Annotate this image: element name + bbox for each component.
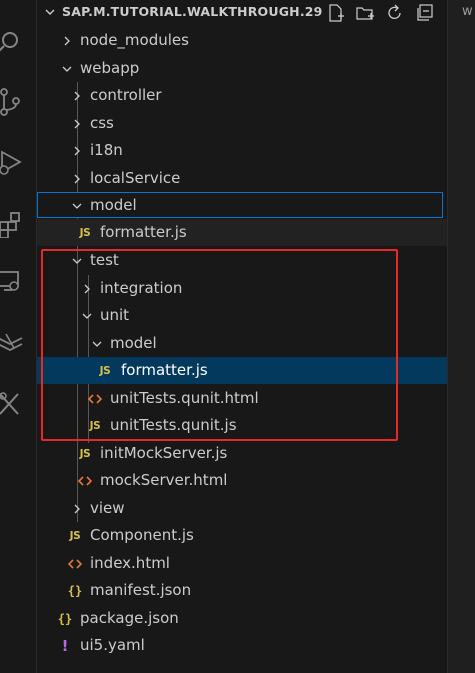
tree-item-ui5-yaml[interactable]: ! ui5.yaml	[37, 632, 448, 659]
extensions-icon[interactable]	[0, 210, 24, 238]
chevron-right-icon	[69, 165, 85, 192]
tree-item-integration[interactable]: integration	[37, 275, 448, 302]
tree-item-label: i18n	[90, 141, 123, 159]
sap-tools-icon[interactable]	[0, 330, 24, 358]
tree-item-label: mockServer.html	[100, 471, 228, 489]
refresh-icon[interactable]	[385, 3, 405, 23]
tree-item-label: unitTests.qunit.html	[110, 389, 259, 407]
tree-item-label: webapp	[80, 59, 140, 77]
json-file-icon: {}	[57, 611, 73, 626]
tree-item-unittests-js[interactable]: JS unitTests.qunit.js	[37, 412, 448, 439]
yaml-file-icon: !	[61, 636, 69, 655]
tree-item-controller[interactable]: controller	[37, 82, 448, 109]
new-folder-icon[interactable]	[355, 3, 375, 23]
tree-item-webapp[interactable]: webapp	[37, 55, 448, 82]
chevron-right-icon	[69, 82, 85, 109]
tree-item-label: unit	[100, 306, 130, 324]
tree-item-unittests-html[interactable]: unitTests.qunit.html	[37, 385, 448, 412]
tree-item-test[interactable]: test	[37, 247, 448, 274]
tree-item-model[interactable]: model	[37, 192, 443, 218]
chevron-right-icon	[79, 275, 95, 302]
js-file-icon: JS	[69, 529, 81, 542]
js-file-icon: JS	[79, 447, 91, 460]
tree-item-manifest[interactable]: {} manifest.json	[37, 577, 448, 604]
collapse-all-icon[interactable]	[415, 3, 435, 23]
tree-item-i18n[interactable]: i18n	[37, 137, 448, 164]
chevron-right-icon	[69, 137, 85, 164]
tree-item-label: localService	[90, 169, 181, 187]
js-file-icon: JS	[79, 226, 91, 239]
tree-item-label: model	[90, 196, 137, 214]
editor-area-edge: w	[447, 0, 475, 673]
tree-item-label: initMockServer.js	[100, 444, 228, 462]
testing-icon[interactable]	[0, 390, 24, 418]
tree-item-label: test	[90, 251, 119, 269]
tree-item-label: ui5.yaml	[80, 636, 145, 654]
tree-item-css[interactable]: css	[37, 110, 448, 137]
workspace-title[interactable]: SAP.M.TUTORIAL.WALKTHROUGH.29	[62, 4, 323, 19]
tree-item-label: unitTests.qunit.js	[110, 416, 237, 434]
chevron-right-icon	[69, 110, 85, 137]
tree-item-label: index.html	[90, 554, 170, 572]
explorer-panel: SAP.M.TUTORIAL.WALKTHROUGH.29 node_modul…	[36, 0, 448, 673]
chevron-right-icon	[59, 27, 75, 54]
js-file-icon: JS	[89, 419, 101, 432]
tree-item-label: node_modules	[80, 31, 189, 49]
tree-item-node-modules[interactable]: node_modules	[37, 27, 448, 54]
tree-item-label: view	[90, 499, 125, 517]
tree-item-localservice[interactable]: localService	[37, 165, 448, 192]
source-control-icon[interactable]	[0, 88, 24, 116]
tree-item-label: model	[110, 334, 157, 352]
chevron-down-icon	[69, 192, 85, 219]
json-file-icon: {}	[67, 583, 83, 598]
new-file-icon[interactable]	[326, 3, 346, 23]
editor-tab-peek: w	[462, 4, 473, 19]
tree-item-label: package.json	[80, 609, 179, 627]
tree-item-label: controller	[90, 86, 162, 104]
js-file-icon: JS	[99, 364, 111, 377]
chevron-down-icon[interactable]	[43, 5, 57, 19]
tree-item-label: formatter.js	[100, 223, 187, 241]
chevron-down-icon	[79, 302, 95, 329]
chevron-down-icon	[59, 55, 75, 82]
chevron-down-icon	[69, 247, 85, 274]
tree-item-label: integration	[100, 279, 183, 297]
tree-item-model-formatter[interactable]: JS formatter.js	[37, 219, 448, 246]
chevron-down-icon	[89, 330, 105, 357]
tree-item-label: Component.js	[90, 526, 194, 544]
tree-item-label: formatter.js	[121, 361, 208, 379]
chevron-right-icon	[69, 495, 85, 522]
html-file-icon	[77, 467, 93, 494]
explorer-header: SAP.M.TUTORIAL.WALKTHROUGH.29	[37, 0, 448, 26]
tree-item-package[interactable]: {} package.json	[37, 605, 448, 632]
tree-item-mockserver[interactable]: mockServer.html	[37, 467, 448, 494]
tree-item-view[interactable]: view	[37, 495, 448, 522]
html-file-icon	[87, 385, 103, 412]
tree-item-index[interactable]: index.html	[37, 550, 448, 577]
activity-bar	[0, 0, 36, 673]
tree-item-component[interactable]: JS Component.js	[37, 522, 448, 549]
tree-item-unit-model-formatter[interactable]: JS formatter.js	[37, 357, 448, 384]
search-icon[interactable]	[0, 28, 24, 56]
tree-item-label: css	[90, 114, 114, 132]
html-file-icon	[67, 550, 83, 577]
remote-explorer-icon[interactable]	[0, 268, 24, 296]
tree-item-label: manifest.json	[90, 581, 192, 599]
tree-item-unit[interactable]: unit	[37, 302, 448, 329]
run-debug-icon[interactable]	[0, 148, 24, 176]
tree-item-unit-model[interactable]: model	[37, 330, 448, 357]
tree-item-initmockserver[interactable]: JS initMockServer.js	[37, 440, 448, 467]
